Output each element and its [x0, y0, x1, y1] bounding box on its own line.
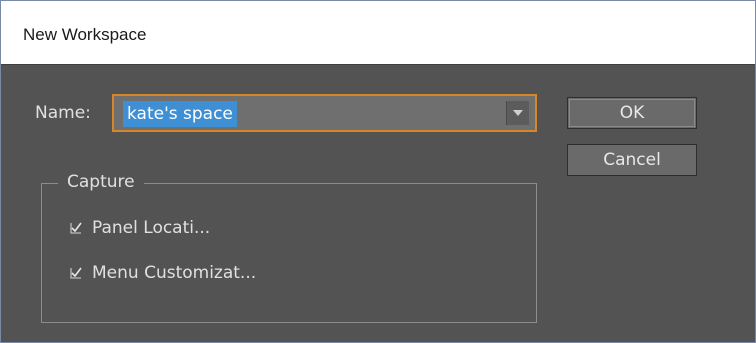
name-combobox[interactable]: kate's space [112, 94, 537, 132]
chevron-down-icon[interactable] [506, 101, 529, 125]
ok-button[interactable]: OK [567, 97, 697, 129]
checkmark-icon[interactable] [68, 265, 84, 281]
title-bar[interactable]: New Workspace [1, 1, 755, 65]
name-input-value: kate's space [123, 101, 237, 127]
capture-legend: Capture [58, 172, 144, 192]
name-input[interactable]: kate's space [120, 101, 502, 127]
menu-customization-label: Menu Customizat... [92, 263, 257, 283]
panel-locations-label: Panel Locati... [92, 218, 211, 238]
menu-customization-option[interactable]: Menu Customizat... [68, 263, 256, 283]
capture-group: Capture Panel Locati... Menu Customizat.… [41, 172, 537, 323]
new-workspace-dialog: New Workspace Name: kate's space OK Canc… [0, 0, 756, 343]
name-label: Name: [35, 103, 91, 123]
checkmark-icon[interactable] [68, 220, 84, 236]
dialog-title: New Workspace [23, 25, 147, 44]
panel-locations-option[interactable]: Panel Locati... [68, 218, 210, 238]
cancel-button[interactable]: Cancel [567, 144, 697, 176]
